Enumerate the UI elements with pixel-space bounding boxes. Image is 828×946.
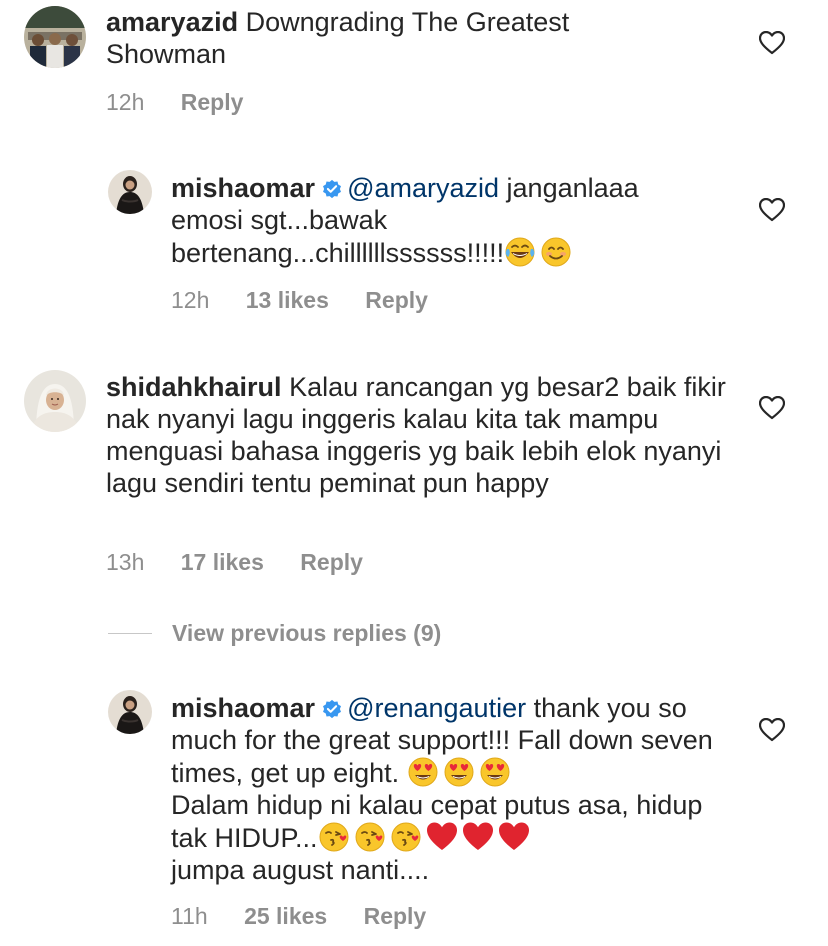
timestamp: 12h [171,287,210,313]
red-heart-emoji [462,822,493,850]
emoji-group [504,237,576,268]
kissing-heart-emoji [355,822,385,852]
view-previous-replies-label: View previous replies (9) [172,619,442,646]
comment-line-3: jumpa august nanti.... [171,854,731,886]
timestamp: 12h [106,89,145,115]
comment-meta: 12h Reply [106,88,243,116]
like-heart-icon[interactable] [759,198,785,222]
likes-count[interactable]: 17 likes [181,548,264,576]
comment-line-2: Dalam hidup ni kalau cepat putus asa, hi… [171,789,731,854]
likes-count[interactable]: 25 likes [244,902,327,930]
emoji-group-1 [407,757,515,788]
username[interactable]: mishaomar [171,173,315,203]
avatar-amaryazid[interactable] [24,6,86,68]
avatar-mishaomar[interactable] [108,170,152,214]
heart-eyes-emoji [444,757,474,787]
mention-link[interactable]: @renangautier [347,693,526,723]
reply-mishaomar-1: mishaomar @amaryazid janganlaaa emosi sg… [0,160,828,330]
kissing-heart-emoji [391,822,421,852]
username[interactable]: shidahkhairul [106,372,282,402]
comment-text: mishaomar @renangautier thank you so muc… [171,692,731,886]
tears-of-joy-emoji [505,237,535,267]
timestamp: 13h [106,549,145,575]
reply-button[interactable]: Reply [181,88,244,116]
comment-text: shidahkhairul Kalau rancangan yg besar2 … [106,371,726,499]
like-heart-icon[interactable] [759,396,785,420]
like-heart-icon[interactable] [759,31,785,55]
like-heart-icon[interactable] [759,718,785,742]
emoji-group-2 [318,822,534,853]
comment-meta: 11h 25 likes Reply [171,902,426,930]
reply-button[interactable]: Reply [365,286,428,314]
comment-meta: 12h 13 likes Reply [171,286,428,314]
verified-badge-icon [323,179,342,199]
red-heart-emoji [426,822,457,850]
comment-text: amaryazid Downgrading The Greatest Showm… [106,6,666,70]
comment-line-1: mishaomar @renangautier thank you so muc… [171,692,731,789]
comment-body-3: jumpa august nanti.... [171,855,430,885]
heart-eyes-emoji [480,757,510,787]
mention-link[interactable]: @amaryazid [347,173,499,203]
reply-mishaomar-2: mishaomar @renangautier thank you so muc… [0,682,828,946]
view-previous-replies-button[interactable]: View previous replies (9) [108,618,441,648]
reply-button[interactable]: Reply [364,902,427,930]
comment-text: mishaomar @amaryazid janganlaaa emosi sg… [171,172,711,269]
username[interactable]: amaryazid [106,7,238,37]
likes-count[interactable]: 13 likes [246,286,329,314]
red-heart-emoji [498,822,529,850]
comment-amaryazid: amaryazid Downgrading The Greatest Showm… [0,0,828,130]
username[interactable]: mishaomar [171,693,315,723]
kissing-heart-emoji [319,822,349,852]
smiling-face-emoji [541,237,571,267]
divider-line [108,632,152,634]
reply-button[interactable]: Reply [300,548,363,576]
avatar-shidahkhairul[interactable] [24,370,86,432]
comment-shidahkhairul: shidahkhairul Kalau rancangan yg besar2 … [0,356,828,596]
comment-meta: 13h 17 likes Reply [106,548,363,576]
verified-badge-icon [323,699,342,719]
heart-eyes-emoji [408,757,438,787]
avatar-mishaomar[interactable] [108,690,152,734]
timestamp: 11h [171,903,208,929]
